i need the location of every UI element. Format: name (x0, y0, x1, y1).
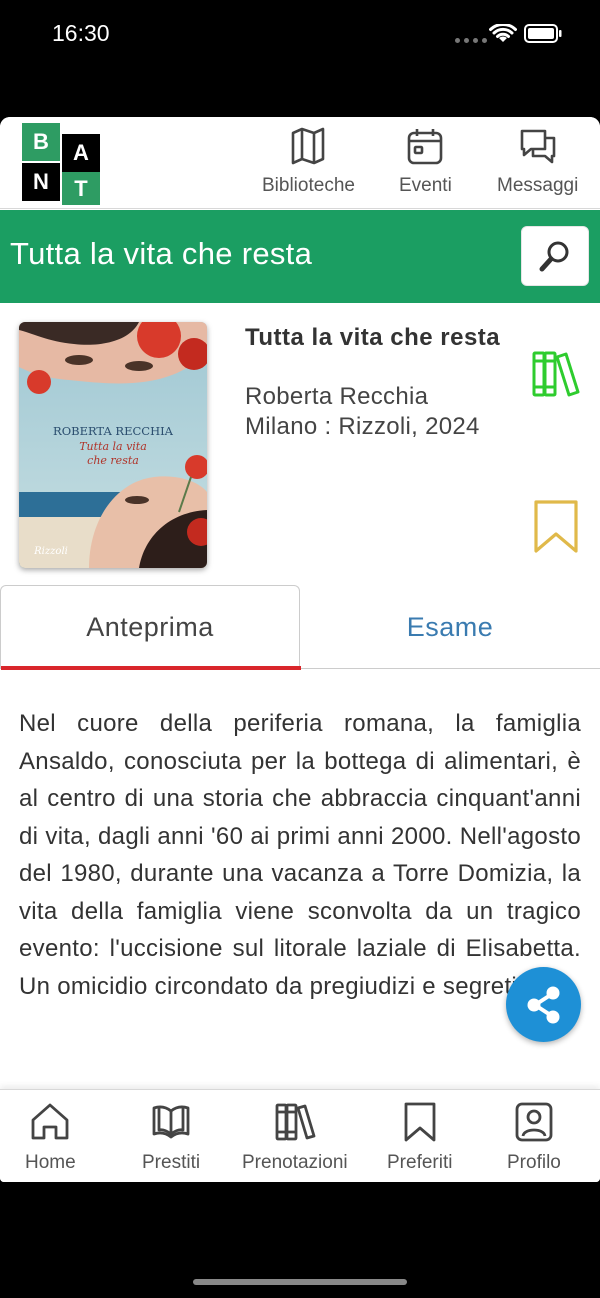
nav-label: Biblioteche (262, 175, 355, 196)
bottom-nav-preferiti[interactable]: Preferiti (387, 1100, 452, 1174)
nav-label: Messaggi (497, 175, 579, 196)
cover-title-line: Tutta la vita (79, 440, 147, 453)
app-screen: B A N T Biblioteche Eventi Messaggi Tutt… (0, 117, 600, 1182)
bottom-nav-prestiti[interactable]: Prestiti (142, 1100, 200, 1174)
book-cover-art: ROBERTA RECCHIA Tutta la vita che resta … (19, 322, 207, 568)
open-book-icon (152, 1105, 190, 1139)
status-bar: 16:30 (0, 0, 600, 70)
chat-icon (520, 129, 555, 164)
share-icon (527, 986, 559, 1023)
bookmark-icon[interactable] (528, 498, 584, 556)
bottom-nav: Home Prestiti Prenotazioni Preferiti Pro… (0, 1089, 600, 1182)
logo-letter: A (62, 134, 100, 172)
top-header: B A N T Biblioteche Eventi Messaggi (0, 117, 600, 209)
tab-esame[interactable]: Esame (300, 585, 600, 669)
wifi-icon (489, 24, 517, 42)
cover-title-line: che resta (87, 454, 139, 467)
logo-letter: T (62, 172, 100, 205)
page-title: Tutta la vita che resta (10, 236, 313, 271)
search-icon (539, 241, 569, 272)
search-button[interactable] (521, 226, 589, 286)
book-publication: Milano : Rizzoli, 2024 (245, 413, 480, 440)
reserve-books-icon[interactable] (530, 349, 582, 401)
calendar-icon (408, 129, 443, 165)
nav-label: Eventi (399, 175, 452, 196)
book-cover[interactable]: ROBERTA RECCHIA Tutta la vita che resta … (19, 322, 207, 568)
bottom-nav-label: Home (25, 1152, 76, 1173)
cover-publisher: Rizzoli (33, 546, 68, 557)
nav-biblioteche[interactable]: Biblioteche (262, 125, 355, 197)
share-button[interactable] (506, 967, 581, 1042)
bottom-nav-label: Preferiti (387, 1152, 453, 1173)
bottom-nav-label: Profilo (507, 1152, 561, 1173)
home-indicator[interactable] (193, 1279, 407, 1285)
book-description: Nel cuore della periferia romana, la fam… (19, 710, 581, 1000)
nav-eventi[interactable]: Eventi (399, 125, 452, 197)
battery-icon (524, 24, 562, 43)
tab-anteprima[interactable]: Anteprima (0, 585, 301, 670)
bottom-nav-home[interactable]: Home (25, 1100, 76, 1174)
signal-icon (455, 38, 487, 43)
map-icon (292, 127, 325, 165)
nav-messaggi[interactable]: Messaggi (497, 125, 578, 197)
bottom-nav-label: Prestiti (142, 1152, 201, 1173)
title-bar: Tutta la vita che resta (0, 210, 600, 303)
bottom-nav-profilo[interactable]: Profilo (507, 1100, 561, 1174)
home-icon (31, 1103, 69, 1140)
cover-author: ROBERTA RECCHIA (53, 424, 174, 438)
book-details: ROBERTA RECCHIA Tutta la vita che resta … (0, 303, 600, 583)
bookmark-icon (404, 1102, 436, 1142)
books-icon (275, 1103, 316, 1141)
profile-icon (515, 1102, 553, 1142)
logo-letter: N (22, 163, 60, 201)
logo-letter: B (22, 123, 60, 161)
bottom-nav-label: Prenotazioni (242, 1152, 348, 1173)
bottom-nav-prenotazioni[interactable]: Prenotazioni (242, 1100, 348, 1174)
book-title: Tutta la vita che resta (245, 324, 501, 351)
bant-logo[interactable]: B A N T (22, 123, 100, 205)
book-author: Roberta Recchia (245, 383, 429, 410)
tabs: Anteprima Esame (0, 585, 600, 670)
status-time: 16:30 (52, 20, 110, 46)
